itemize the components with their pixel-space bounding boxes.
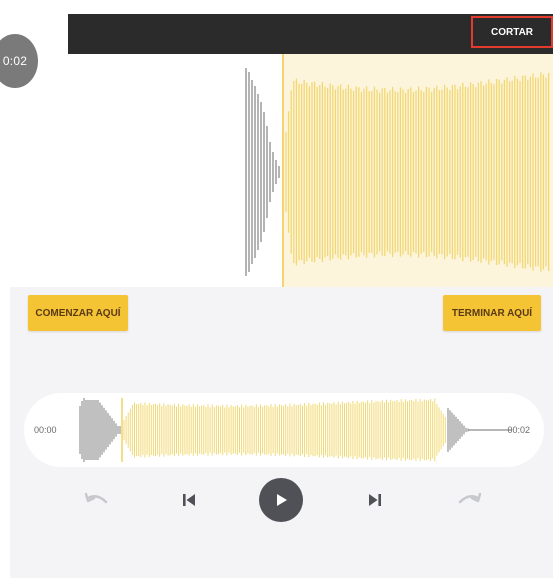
- cut-button[interactable]: CORTAR: [471, 16, 553, 48]
- track-start-time: 00:00: [34, 425, 57, 435]
- previous-button[interactable]: [166, 477, 212, 523]
- undo-button[interactable]: [74, 477, 120, 523]
- next-button[interactable]: [352, 477, 398, 523]
- play-button-circle[interactable]: [259, 478, 303, 522]
- playback-controls: [10, 477, 553, 523]
- skip-previous-icon: [183, 494, 195, 506]
- end-here-button[interactable]: TERMINAR AQUÍ: [443, 295, 541, 331]
- play-button[interactable]: [258, 477, 304, 523]
- mini-waveform[interactable]: [76, 398, 516, 462]
- redo-arrow-icon: [458, 492, 482, 504]
- main-waveform[interactable]: [0, 54, 553, 290]
- start-here-button[interactable]: COMENZAR AQUÍ: [28, 295, 128, 331]
- skip-next-icon: [369, 494, 381, 506]
- redo-button[interactable]: [446, 477, 492, 523]
- play-icon: [277, 494, 287, 506]
- undo-arrow-icon: [84, 492, 108, 504]
- trim-track[interactable]: 00:00 00:02: [24, 393, 544, 467]
- trim-panel: COMENZAR AQUÍ TERMINAR AQUÍ 00:00 00:02: [10, 287, 553, 578]
- top-toolbar: CORTAR: [68, 14, 553, 54]
- track-end-time: 00:02: [507, 425, 530, 435]
